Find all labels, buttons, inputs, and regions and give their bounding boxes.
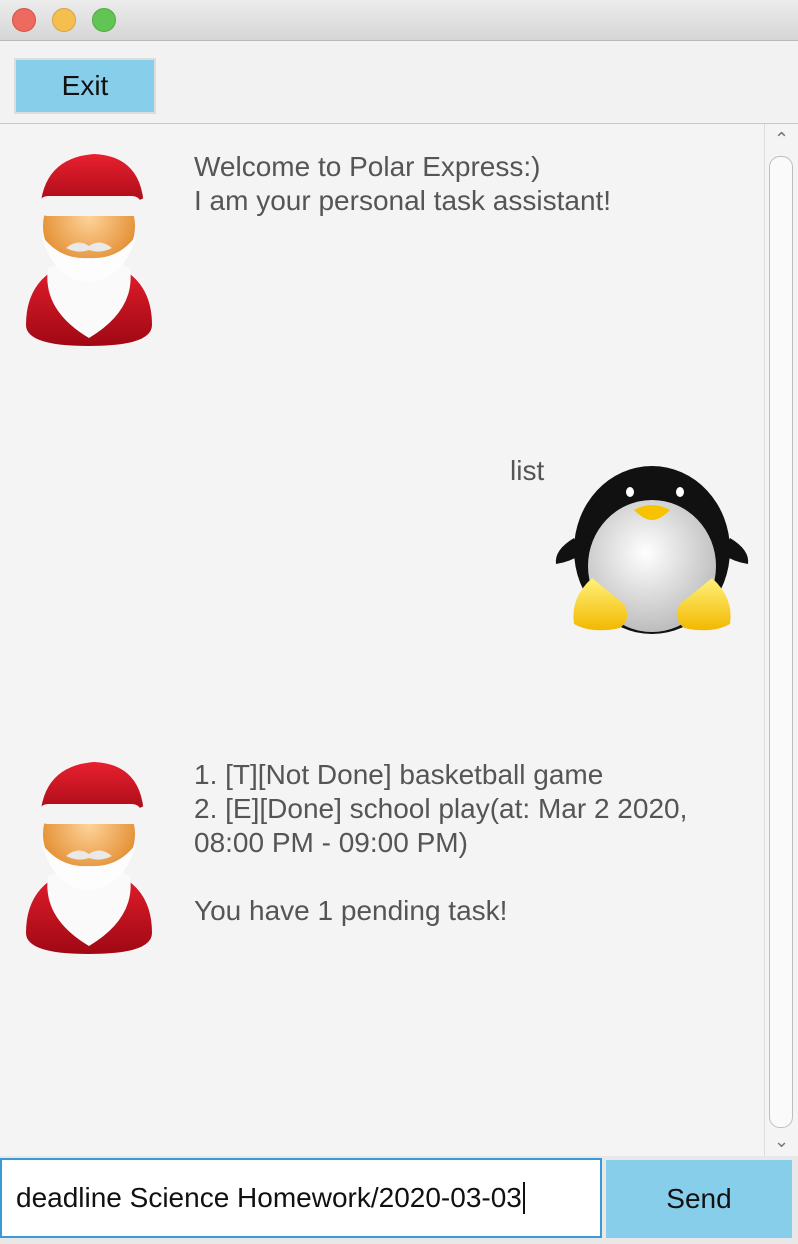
chat-area[interactable]: Welcome to Polar Express:) I am your per… <box>0 124 764 1156</box>
title-bar <box>0 0 798 41</box>
close-window-button[interactable] <box>12 8 36 32</box>
penguin-icon <box>555 466 749 634</box>
scroll-down-arrow-icon[interactable]: ⌄ <box>765 1128 798 1154</box>
vertical-scrollbar[interactable]: ⌃ ⌄ <box>764 124 798 1156</box>
minimize-window-button[interactable] <box>52 8 76 32</box>
scroll-up-arrow-icon[interactable]: ⌃ <box>765 126 798 152</box>
toolbar: Exit <box>0 41 798 124</box>
send-button[interactable]: Send <box>606 1160 792 1238</box>
text-caret <box>522 1182 525 1214</box>
message-input[interactable]: deadline Science Homework/2020-03-03 <box>0 1158 602 1238</box>
santa-icon <box>26 762 156 954</box>
maximize-window-button[interactable] <box>92 8 116 32</box>
scrollbar-thumb[interactable] <box>769 156 793 1128</box>
message-text: 1. [T][Not Done] basketball game 2. [E][… <box>194 759 688 926</box>
exit-button[interactable]: Exit <box>14 58 156 114</box>
message-text: list <box>510 455 545 486</box>
message-text: Welcome to Polar Express:) I am your per… <box>194 151 612 216</box>
input-row: deadline Science Homework/2020-03-03 Sen… <box>0 1156 798 1244</box>
santa-icon <box>26 154 156 346</box>
input-value: deadline Science Homework/2020-03-03 <box>16 1182 522 1213</box>
